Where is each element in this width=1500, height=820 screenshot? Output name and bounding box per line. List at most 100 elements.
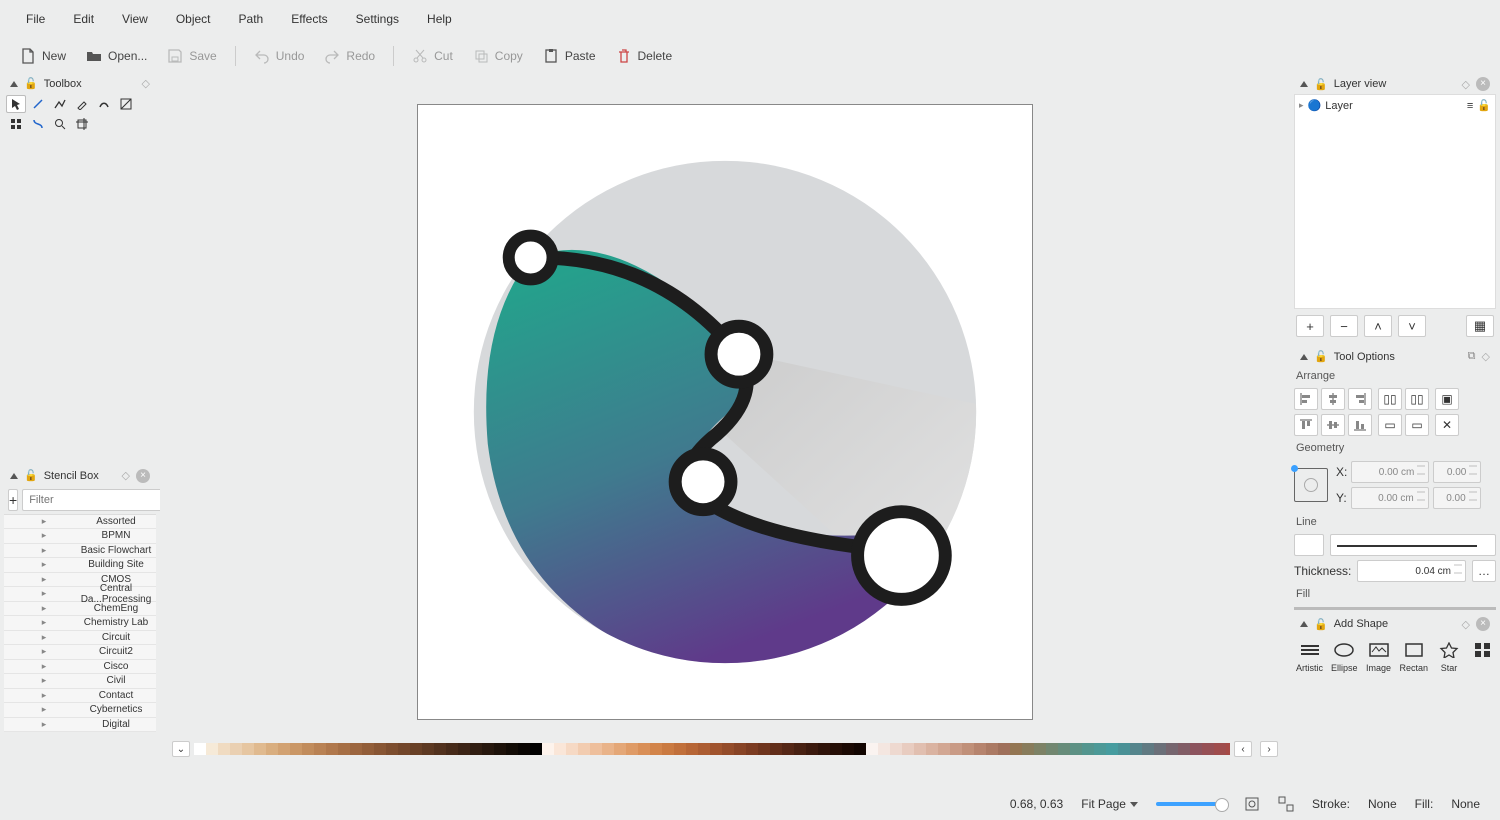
color-swatch[interactable] [554,743,566,755]
align-top-button[interactable] [1294,414,1318,436]
color-swatch[interactable] [878,743,890,755]
lock-icon[interactable]: 🔓 [1314,78,1328,91]
menu-settings[interactable]: Settings [342,2,413,36]
crop-tool[interactable] [72,115,92,133]
color-swatch[interactable] [446,743,458,755]
color-swatch[interactable] [1202,743,1214,755]
stencil-item[interactable]: ▸Basic Flowchart [4,544,156,559]
color-swatch[interactable] [278,743,290,755]
layer-options-button[interactable]: ▦ [1466,315,1494,337]
color-swatch[interactable] [806,743,818,755]
color-swatch[interactable] [1106,743,1118,755]
new-button[interactable]: New [12,44,74,68]
stencil-item[interactable]: ▸Cisco [4,660,156,675]
color-swatch[interactable] [926,743,938,755]
color-swatch[interactable] [842,743,854,755]
color-swatch[interactable] [698,743,710,755]
color-swatch[interactable] [758,743,770,755]
stencil-item[interactable]: ▸Digital [4,718,156,733]
add-stencil-button[interactable]: + [8,489,18,511]
close-icon[interactable]: × [136,469,150,483]
color-swatch[interactable] [950,743,962,755]
undo-button[interactable]: Undo [246,44,313,68]
menu-edit[interactable]: Edit [59,2,108,36]
layer-down-button[interactable]: ˅ [1398,315,1426,337]
color-swatch[interactable] [626,743,638,755]
close-icon[interactable]: × [1476,617,1490,631]
color-swatch[interactable] [854,743,866,755]
color-swatch[interactable] [710,743,722,755]
color-swatch[interactable] [1010,743,1022,755]
color-swatch[interactable] [1082,743,1094,755]
y-input[interactable]: 0.00 cm [1351,487,1429,509]
fill-slider[interactable] [1294,607,1496,610]
distribute-v-top-button[interactable]: ▭ [1378,414,1402,436]
color-swatch[interactable] [1142,743,1154,755]
expand-icon[interactable]: ▸ [1299,100,1304,111]
color-swatch[interactable] [830,743,842,755]
align-vcenter-button[interactable] [1321,414,1345,436]
panel-menu-icon[interactable]: ◇ [1462,618,1470,631]
color-swatch[interactable] [194,743,206,755]
lock-icon[interactable]: 🔓 [24,469,38,482]
color-swatch[interactable] [818,743,830,755]
copy-button[interactable]: Copy [465,44,531,68]
color-swatch[interactable] [386,743,398,755]
stencil-item[interactable]: ▸BPMN [4,529,156,544]
line-style-select[interactable] [1330,534,1496,556]
color-swatch[interactable] [614,743,626,755]
line-cap-select[interactable] [1294,534,1324,556]
thickness-more-button[interactable]: … [1472,560,1496,582]
zoom-to-fit-icon[interactable] [1244,796,1260,812]
color-swatch[interactable] [746,743,758,755]
zoom-slider[interactable] [1156,802,1226,806]
panel-menu-icon[interactable]: ◇ [1482,350,1490,363]
color-swatch[interactable] [590,743,602,755]
calligraphy-tool[interactable] [94,95,114,113]
zoom-tool[interactable] [50,115,70,133]
color-swatch[interactable] [422,743,434,755]
group-button[interactable]: ▣ [1435,388,1459,410]
panel-menu-icon[interactable]: ◇ [142,77,150,90]
color-swatch[interactable] [230,743,242,755]
color-swatch[interactable] [734,743,746,755]
color-swatch[interactable] [530,743,542,755]
panel-menu-icon[interactable]: ◇ [1462,78,1470,91]
align-right-button[interactable] [1348,388,1372,410]
menu-file[interactable]: File [12,2,59,36]
stencil-item[interactable]: ▸ChemEng [4,602,156,617]
origin-picker[interactable] [1294,468,1328,502]
remove-layer-button[interactable]: − [1330,315,1358,337]
open-button[interactable]: Open... [78,44,155,68]
collapse-icon[interactable] [10,81,18,87]
color-swatch[interactable] [1130,743,1142,755]
distribute-v-center-button[interactable]: ▭ [1405,414,1429,436]
align-bottom-button[interactable] [1348,414,1372,436]
color-swatch[interactable] [470,743,482,755]
stencil-item[interactable]: ▸Contact [4,689,156,704]
color-swatch[interactable] [338,743,350,755]
layer-lock-icon[interactable]: 🔓 [1477,99,1491,112]
color-swatch[interactable] [890,743,902,755]
pencil-tool[interactable] [72,95,92,113]
color-swatch[interactable] [290,743,302,755]
stencil-item[interactable]: ▸Assorted [4,515,156,530]
color-swatch[interactable] [914,743,926,755]
color-swatch[interactable] [1226,743,1230,755]
color-swatch[interactable] [482,743,494,755]
add-layer-button[interactable]: + [1296,315,1324,337]
color-swatch[interactable] [962,743,974,755]
collapse-icon[interactable] [1300,621,1308,627]
color-swatch[interactable] [398,743,410,755]
color-swatch[interactable] [362,743,374,755]
color-swatch[interactable] [542,743,554,755]
lock-icon[interactable]: 🔓 [1314,350,1328,363]
color-swatch[interactable] [566,743,578,755]
stencil-filter-input[interactable] [22,489,178,511]
color-swatch[interactable] [1070,743,1082,755]
shape-more[interactable] [1470,640,1496,660]
zoom-fit-select[interactable]: Fit Page [1081,797,1138,811]
line-tool[interactable] [28,95,48,113]
color-swatch[interactable] [902,743,914,755]
color-swatch[interactable] [1178,743,1190,755]
